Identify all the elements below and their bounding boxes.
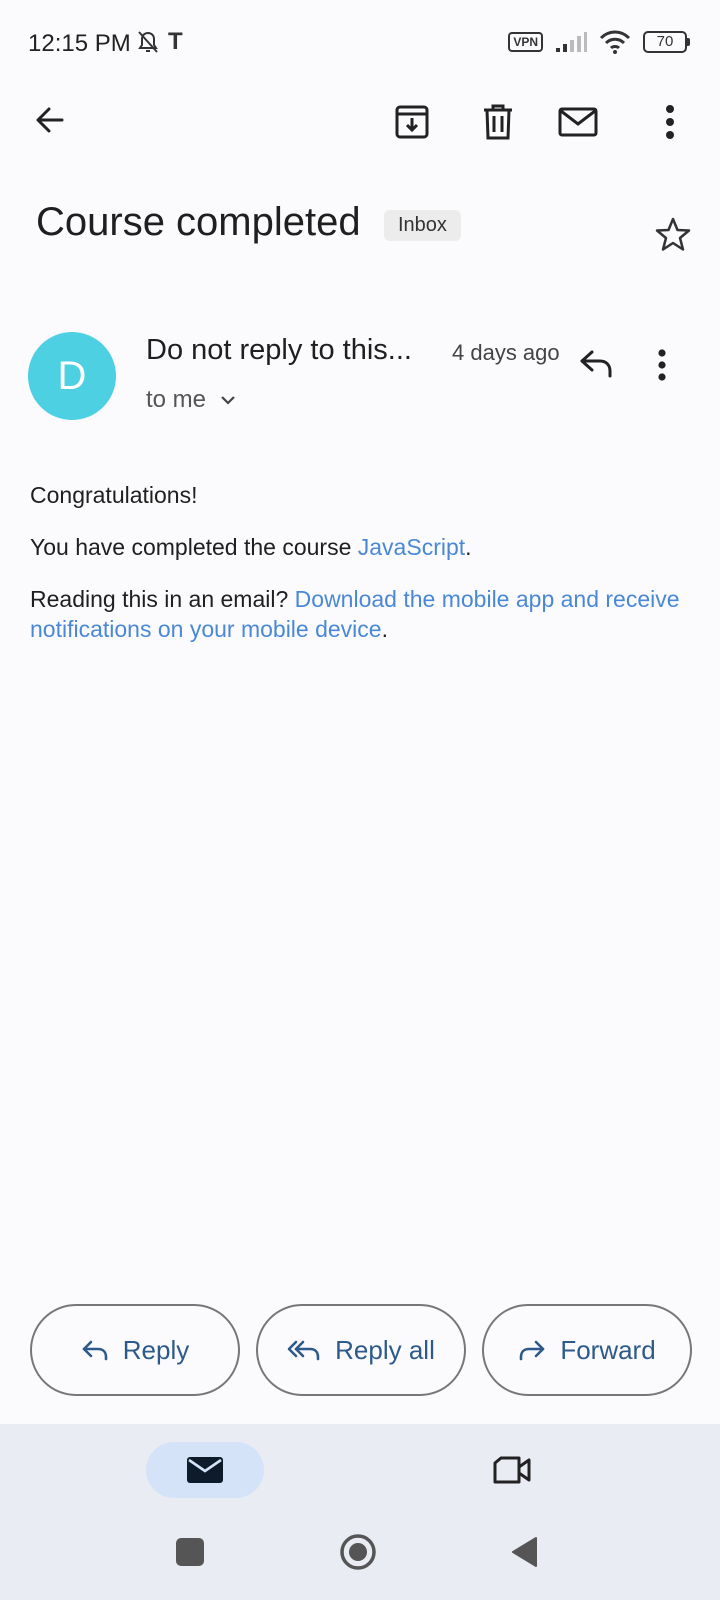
- inbox-label-chip[interactable]: Inbox: [384, 210, 461, 241]
- back-button[interactable]: [26, 96, 74, 144]
- reply-icon-button[interactable]: [578, 348, 614, 383]
- system-navigation: [0, 1524, 720, 1584]
- sender-name[interactable]: Do not reply to this...: [146, 334, 412, 367]
- sender-avatar[interactable]: D: [28, 332, 116, 420]
- back-triangle-icon: [512, 1537, 537, 1567]
- signal-icon: [556, 32, 587, 52]
- course-period: .: [465, 534, 472, 560]
- vpn-badge: VPN: [508, 32, 543, 52]
- archive-icon: [395, 105, 429, 139]
- back-nav-button[interactable]: [510, 1536, 540, 1568]
- app-text: Reading this in an email?: [30, 586, 295, 612]
- bell-off-icon: [138, 31, 158, 53]
- forward-label: Forward: [560, 1334, 656, 1365]
- chevron-down-icon: [221, 396, 235, 405]
- status-icons-left: T: [136, 28, 183, 56]
- course-text: You have completed the course: [30, 534, 358, 560]
- recipient-details[interactable]: to me: [146, 386, 236, 414]
- app-period: .: [381, 616, 388, 642]
- screen: 12:15 PM T VPN 70 Course completed Inbox…: [0, 0, 720, 1600]
- battery-icon: 70: [643, 31, 690, 53]
- more-vert-icon: [658, 349, 666, 381]
- status-time: 12:15 PM: [28, 30, 131, 57]
- nav-meet-tab[interactable]: [488, 1446, 536, 1494]
- delete-button[interactable]: [474, 98, 522, 146]
- reply-icon: [82, 1340, 108, 1361]
- reply-all-label: Reply all: [335, 1334, 435, 1365]
- video-camera-icon: [493, 1456, 531, 1484]
- home-button[interactable]: [338, 1532, 378, 1572]
- message-more-button[interactable]: [656, 348, 668, 387]
- reply-icon: [580, 350, 612, 378]
- star-button[interactable]: [654, 216, 692, 257]
- top-toolbar: [0, 96, 720, 158]
- body-line-course: You have completed the course JavaScript…: [30, 532, 680, 562]
- more-vert-icon: [666, 105, 674, 139]
- body-greeting: Congratulations!: [30, 482, 198, 508]
- body-line-app: Reading this in an email? Download the m…: [30, 584, 680, 644]
- status-bar: 12:15 PM T VPN 70: [0, 0, 720, 90]
- nav-mail-tab[interactable]: [146, 1442, 264, 1498]
- wifi-icon: [599, 30, 631, 54]
- course-link[interactable]: JavaScript: [358, 534, 465, 560]
- forward-icon: [520, 1340, 545, 1361]
- star-icon: [655, 217, 691, 251]
- mail-icon: [187, 1457, 223, 1483]
- recipient-text: to me: [146, 386, 207, 413]
- mail-icon: [558, 107, 598, 137]
- reply-all-icon: [287, 1340, 320, 1361]
- carrier-icon: T: [168, 28, 183, 55]
- email-subject: Course completed: [36, 200, 361, 244]
- status-right: VPN 70: [508, 30, 690, 54]
- reply-label: Reply: [122, 1334, 190, 1365]
- reply-all-button[interactable]: Reply all: [256, 1304, 466, 1396]
- archive-button[interactable]: [388, 98, 436, 146]
- home-circle-icon: [340, 1534, 376, 1570]
- message-actions: Reply Reply all Forward: [30, 1304, 692, 1396]
- bottom-navigation: [0, 1424, 720, 1600]
- more-options-button[interactable]: [646, 98, 694, 146]
- trash-icon: [484, 104, 512, 140]
- reply-button[interactable]: Reply: [30, 1304, 240, 1396]
- subject-row: Course completed Inbox: [36, 200, 691, 260]
- email-time: 4 days ago: [452, 340, 560, 365]
- back-arrow-icon: [36, 107, 64, 133]
- mark-unread-button[interactable]: [554, 98, 602, 146]
- battery-level: 70: [643, 31, 687, 53]
- recents-button[interactable]: [176, 1538, 204, 1566]
- forward-button[interactable]: Forward: [482, 1304, 692, 1396]
